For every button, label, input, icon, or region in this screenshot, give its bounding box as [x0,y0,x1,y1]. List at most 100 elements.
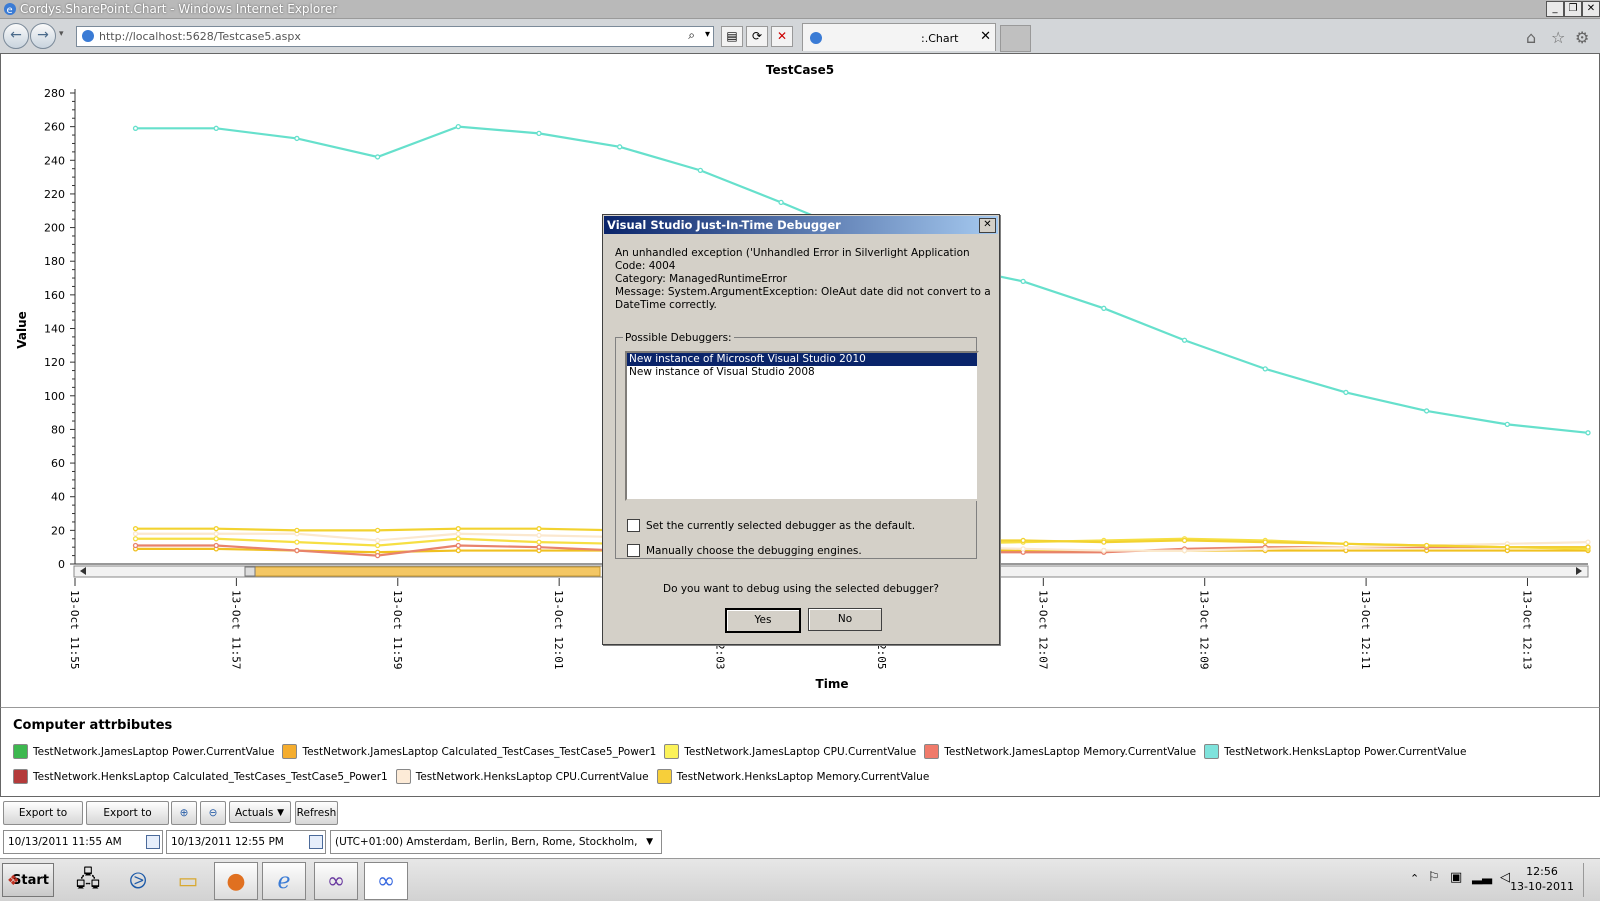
address-dropdown-icon[interactable]: ▾ [705,29,710,40]
forward-button[interactable]: → [30,23,56,49]
legend-swatch [282,744,298,759]
legend-item[interactable]: TestNetwork.JamesLaptop CPU.CurrentValue [664,744,916,759]
taskbar: ❖ Start 🖧 ⧁ ▭ ● ℯ ∞ ∞ ⌃ ⚐ ▣ ▂▃ ◁ 12:56 1… [0,858,1600,901]
debugger-option[interactable]: New instance of Microsoft Visual Studio … [627,353,977,366]
address-url: http://localhost:5628/Testcase5.aspx [99,30,301,43]
history-dropdown-icon[interactable]: ▾ [59,29,64,39]
minimize-button[interactable]: _ [1546,1,1564,17]
new-tab-button[interactable] [1000,25,1031,52]
legend-swatch [664,744,680,759]
manual-engines-checkbox[interactable]: Manually choose the debugging engines. [627,544,862,557]
zoom-in-button[interactable]: ⊕ [171,801,197,825]
legend-item[interactable]: TestNetwork.JamesLaptop Calculated_TestC… [282,744,656,759]
taskbar-ie[interactable]: ℯ [262,862,306,900]
firefox-icon: ● [226,868,246,894]
show-desktop-button[interactable] [1583,863,1598,897]
network-icon[interactable]: ▂▃ [1472,870,1492,885]
legend-label: TestNetwork.JamesLaptop Calculated_TestC… [302,745,657,758]
message-line: An unhandled exception ('Unhandled Error… [615,247,970,259]
ie-taskbar-icon: ℯ [277,868,291,894]
calendar-icon[interactable] [146,835,160,849]
taskbar-vs-debugger[interactable]: ∞ [364,862,408,900]
yes-button[interactable]: Yes [725,608,801,633]
taskbar-visual-studio[interactable]: ∞ [314,862,358,900]
taskbar-powershell[interactable]: ⧁ [116,862,160,900]
checkbox-box[interactable] [627,544,640,557]
message-line: Message: System.ArgumentException: OleAu… [615,286,991,298]
debuggers-group-label: Possible Debuggers: [623,332,734,344]
home-icon[interactable]: ⌂ [1526,28,1536,47]
chevron-down-icon: ▼ [646,837,653,847]
page-ie-icon [82,30,94,42]
legend-title: Computer attrbibutes [13,718,173,733]
server-manager-icon: 🖧 [75,867,101,892]
legend-swatch [656,769,672,784]
to-date-value: 10/13/2011 12:55 PM [171,836,284,848]
taskbar-explorer[interactable]: ▭ [166,862,210,900]
device-icon[interactable]: ▣ [1450,870,1462,885]
show-hidden-icons[interactable]: ⌃ [1410,872,1419,885]
clock-date: 13-10-2011 [1510,880,1574,893]
zoom-out-icon: ⊖ [208,807,218,819]
clock[interactable]: 12:56 13-10-2011 [1510,864,1574,894]
checkbox-box[interactable] [627,519,640,532]
calendar-icon[interactable] [309,835,323,849]
refresh-page-icon[interactable]: ⟳ [746,26,768,47]
default-debugger-checkbox[interactable]: Set the currently selected debugger as t… [627,519,915,532]
svg-text:e: e [7,5,13,16]
export-excel-button[interactable]: Export to Excel [3,801,83,841]
back-button[interactable]: ← [3,23,29,49]
stop-icon[interactable]: ✕ [771,26,793,47]
export-image-button[interactable]: Export to Image [86,801,169,841]
volume-icon[interactable]: ◁ [1500,870,1510,885]
zoom-in-icon: ⊕ [179,807,189,819]
message-line: Code: 4004 [615,260,676,272]
debugger-option[interactable]: New instance of Visual Studio 2008 [627,366,977,379]
jit-debugger-dialog: Visual Studio Just-In-Time Debugger ✕ An… [602,214,1000,645]
close-window-button[interactable]: ✕ [1582,1,1600,17]
message-line: Category: ManagedRuntimeError [615,273,787,285]
legend-swatch [924,744,940,759]
actuals-dropdown[interactable]: Actuals ▼ [229,801,291,823]
search-icon[interactable]: ⌕ [688,28,695,43]
default-debugger-label: Set the currently selected debugger as t… [646,519,916,532]
manual-engines-label: Manually choose the debugging engines. [646,544,862,557]
system-tray: ⌃ ⚐ ▣ ▂▃ ◁ 12:56 13-10-2011 [1400,859,1600,901]
refresh-button[interactable]: Refresh [295,801,338,825]
legend-label: TestNetwork.JamesLaptop Power.CurrentVal… [33,745,275,758]
tab-chart[interactable]: :.Chart ✕ [802,23,996,51]
exception-message: An unhandled exception ('Unhandled Error… [615,247,991,312]
address-bar[interactable]: http://localhost:5628/Testcase5.aspx ⌕ ▾ [76,26,714,47]
windows-logo-icon: ❖ [7,873,20,889]
debuggers-listbox[interactable]: New instance of Microsoft Visual Studio … [625,351,979,501]
visual-studio-icon: ∞ [326,868,346,894]
powershell-icon: ⧁ [129,868,147,894]
legend-label: TestNetwork.JamesLaptop CPU.CurrentValue [684,745,917,758]
favorites-star-icon[interactable]: ☆ [1551,28,1565,47]
legend-item[interactable]: TestNetwork.HenksLaptop CPU.CurrentValue [395,769,649,784]
start-button[interactable]: ❖ Start [2,863,54,897]
clock-time: 12:56 [1526,865,1558,878]
from-date-field[interactable]: 10/13/2011 11:55 AM [3,830,163,854]
tab-close-icon[interactable]: ✕ [980,29,991,44]
taskbar-firefox[interactable]: ● [214,862,258,900]
legend-item[interactable]: TestNetwork.HenksLaptop Calculated_TestC… [13,769,388,784]
taskbar-server-manager[interactable]: 🖧 [66,862,110,900]
to-date-field[interactable]: 10/13/2011 12:55 PM [166,830,326,854]
tools-gear-icon[interactable]: ⚙ [1575,28,1589,47]
maximize-button[interactable]: ❐ [1564,1,1582,17]
legend-item[interactable]: TestNetwork.JamesLaptop Memory.CurrentVa… [924,744,1196,759]
legend-label: TestNetwork.JamesLaptop Memory.CurrentVa… [944,745,1197,758]
dialog-title: Visual Studio Just-In-Time Debugger [604,216,998,234]
timezone-select[interactable]: (UTC+01:00) Amsterdam, Berlin, Bern, Rom… [330,830,662,870]
zoom-out-button[interactable]: ⊖ [200,801,226,825]
dialog-close-button[interactable]: ✕ [979,218,996,233]
legend-item[interactable]: TestNetwork.HenksLaptop Power.CurrentVal… [1204,744,1466,759]
legend-swatch [1204,744,1220,759]
no-button[interactable]: No [808,608,882,631]
vs-debugger-icon: ∞ [376,868,396,894]
compatibility-view-icon[interactable]: ▤ [721,26,743,47]
legend-item[interactable]: TestNetwork.JamesLaptop Power.CurrentVal… [13,744,274,759]
legend-item[interactable]: TestNetwork.HenksLaptop Memory.CurrentVa… [656,769,929,784]
action-center-flag-icon[interactable]: ⚐ [1428,870,1440,885]
